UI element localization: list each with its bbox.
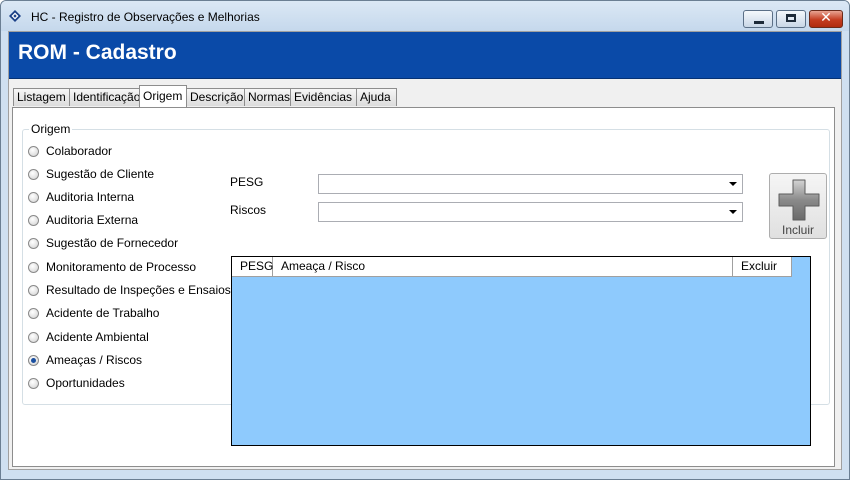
radio-button[interactable] bbox=[28, 168, 39, 180]
radio-sugestao-cliente[interactable]: Sugestão de Cliente bbox=[28, 166, 154, 182]
incluir-label: Incluir bbox=[781, 223, 814, 237]
window-title: HC - Registro de Observações e Melhorias bbox=[31, 10, 260, 24]
radio-oportunidades[interactable]: Oportunidades bbox=[28, 375, 125, 391]
radio-label: Resultado de Inspeções e Ensaios bbox=[46, 283, 231, 297]
close-icon: ✕ bbox=[820, 10, 832, 26]
radio-monitoramento-processo[interactable]: Monitoramento de Processo bbox=[28, 259, 196, 275]
radio-label: Sugestão de Cliente bbox=[46, 167, 155, 181]
radio-button[interactable] bbox=[28, 145, 39, 157]
tab-listagem[interactable]: Listagem bbox=[13, 88, 70, 106]
chevron-down-icon[interactable] bbox=[729, 210, 737, 214]
radio-label: Acidente Ambiental bbox=[46, 330, 149, 344]
radio-label: Oportunidades bbox=[46, 376, 125, 390]
plus-icon bbox=[778, 179, 820, 221]
radio-label: Monitoramento de Processo bbox=[46, 260, 197, 274]
tab-normas[interactable]: Normas bbox=[244, 88, 291, 106]
radio-label: Sugestão de Fornecedor bbox=[46, 236, 179, 250]
radio-auditoria-interna[interactable]: Auditoria Interna bbox=[28, 189, 134, 205]
radio-button[interactable] bbox=[28, 284, 39, 296]
title-bar[interactable]: HC - Registro de Observações e Melhorias… bbox=[1, 1, 849, 31]
maximize-button[interactable] bbox=[776, 10, 806, 28]
radio-button[interactable] bbox=[28, 377, 39, 389]
radio-button[interactable] bbox=[28, 191, 39, 203]
radio-button[interactable] bbox=[28, 331, 39, 343]
tab-page-origem: Origem Colaborador Sugestão de Cliente A… bbox=[12, 107, 835, 467]
grid-header: PESG Ameaça / Risco Excluir bbox=[232, 257, 792, 277]
form-client-area: ROM - Cadastro Listagem Identificação Or… bbox=[8, 31, 842, 470]
tab-ajuda[interactable]: Ajuda bbox=[356, 88, 397, 106]
chevron-down-icon[interactable] bbox=[729, 182, 737, 186]
app-window: HC - Registro de Observações e Melhorias… bbox=[0, 0, 850, 480]
radio-auditoria-externa[interactable]: Auditoria Externa bbox=[28, 212, 138, 228]
radio-button[interactable] bbox=[28, 307, 39, 319]
minimize-button[interactable] bbox=[743, 10, 773, 28]
radio-label: Auditoria Externa bbox=[46, 213, 139, 227]
tab-origem[interactable]: Origem bbox=[139, 85, 187, 107]
grid-column-pesg[interactable]: PESG bbox=[232, 257, 273, 277]
grid-column-ameaca-risco[interactable]: Ameaça / Risco bbox=[273, 257, 733, 277]
page-title: ROM - Cadastro bbox=[18, 41, 177, 64]
close-button[interactable]: ✕ bbox=[809, 10, 843, 28]
radio-button-checked[interactable] bbox=[28, 354, 39, 366]
pesg-label: PESG bbox=[230, 175, 264, 189]
radio-colaborador[interactable]: Colaborador bbox=[28, 143, 112, 159]
radio-label: Ameaças / Riscos bbox=[46, 353, 143, 367]
radio-button[interactable] bbox=[28, 261, 39, 273]
tab-descricao[interactable]: Descrição bbox=[186, 88, 245, 106]
radio-label: Auditoria Interna bbox=[46, 190, 135, 204]
incluir-button[interactable]: Incluir bbox=[769, 173, 827, 239]
radio-ameacas-riscos[interactable]: Ameaças / Riscos bbox=[28, 352, 142, 368]
radio-button[interactable] bbox=[28, 237, 39, 249]
riscos-grid[interactable]: PESG Ameaça / Risco Excluir bbox=[231, 256, 811, 446]
pesg-combobox[interactable] bbox=[318, 174, 743, 194]
tab-evidencias[interactable]: Evidências bbox=[290, 88, 357, 106]
riscos-combobox[interactable] bbox=[318, 202, 743, 222]
grid-column-excluir[interactable]: Excluir bbox=[733, 257, 792, 277]
radio-button[interactable] bbox=[28, 214, 39, 226]
radio-acidente-ambiental[interactable]: Acidente Ambiental bbox=[28, 329, 149, 345]
radio-label: Acidente de Trabalho bbox=[46, 306, 160, 320]
app-diamond-icon bbox=[9, 10, 21, 22]
group-caption: Origem bbox=[29, 122, 73, 136]
radio-resultado-inspecoes[interactable]: Resultado de Inspeções e Ensaios bbox=[28, 282, 231, 298]
radio-label: Colaborador bbox=[46, 144, 113, 158]
radio-sugestao-fornecedor[interactable]: Sugestão de Fornecedor bbox=[28, 235, 178, 251]
tab-identificacao[interactable]: Identificação bbox=[69, 88, 140, 106]
riscos-label: Riscos bbox=[230, 203, 267, 217]
header-banner: ROM - Cadastro bbox=[9, 32, 841, 79]
radio-acidente-trabalho[interactable]: Acidente de Trabalho bbox=[28, 305, 159, 321]
